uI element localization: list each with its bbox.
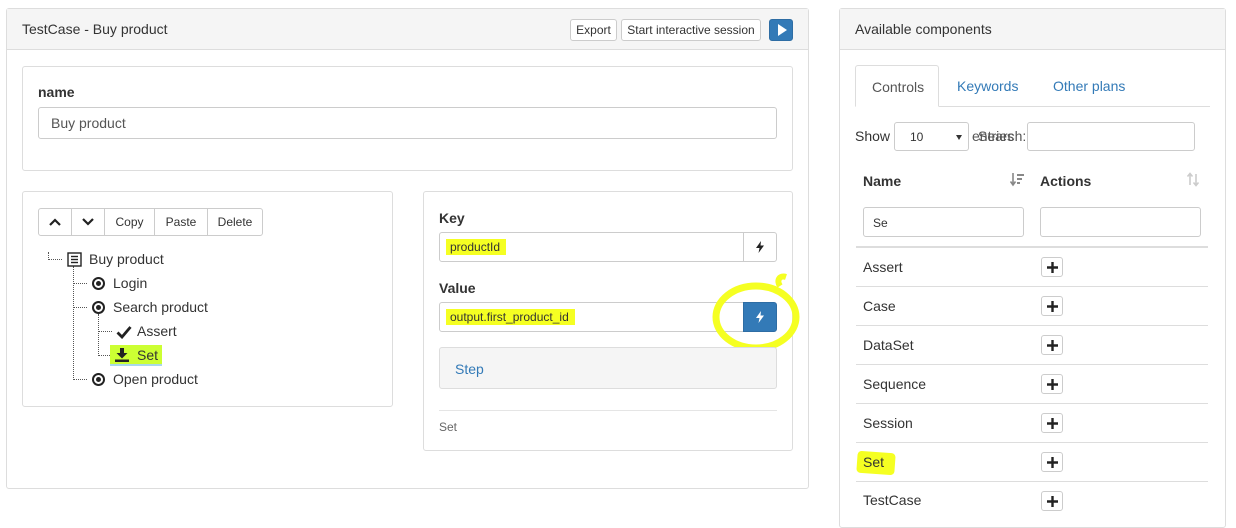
- tree-line: [48, 259, 62, 260]
- name-input[interactable]: Buy product: [38, 107, 777, 139]
- step-section[interactable]: Step: [439, 347, 777, 389]
- row-divider: [856, 481, 1208, 482]
- name-filter-value: Se: [873, 216, 888, 230]
- export-button[interactable]: Export: [570, 19, 617, 41]
- bullseye-icon: [92, 277, 105, 290]
- search-label: Search:: [978, 128, 1027, 144]
- move-up-button[interactable]: [38, 208, 72, 236]
- check-icon: [116, 326, 132, 339]
- list-icon: [67, 252, 82, 267]
- plus-icon: [1046, 495, 1058, 507]
- row-name: Assert: [863, 259, 903, 275]
- tree-line: [98, 355, 110, 356]
- testcase-title: TestCase - Buy product: [22, 21, 168, 37]
- tree-node-label: Search product: [113, 299, 208, 315]
- col-header-actions[interactable]: Actions: [1040, 173, 1091, 189]
- tree-line: [73, 307, 87, 308]
- bolt-icon: [756, 311, 764, 323]
- step-label: Step: [455, 361, 484, 377]
- value-input[interactable]: output.first_product_id: [439, 302, 744, 332]
- add-component-button[interactable]: [1041, 257, 1063, 277]
- plus-icon: [1046, 300, 1058, 312]
- row-divider: [856, 403, 1208, 404]
- tree-line: [98, 331, 112, 332]
- row-divider: [856, 325, 1208, 326]
- row-name: Sequence: [863, 376, 927, 392]
- value-label: Value: [439, 280, 476, 296]
- page-size-select[interactable]: 10: [894, 122, 969, 151]
- tree-node-label: Set: [137, 347, 159, 363]
- add-component-button[interactable]: [1041, 374, 1063, 394]
- add-component-button[interactable]: [1041, 335, 1063, 355]
- play-icon: [777, 24, 787, 36]
- tree-line: [98, 314, 99, 356]
- key-label: Key: [439, 210, 465, 226]
- tab-label: Controls: [872, 79, 925, 95]
- paste-button[interactable]: Paste: [154, 208, 208, 236]
- table-row: [856, 248, 1208, 286]
- tab-other-plans[interactable]: Other plans: [1053, 78, 1125, 94]
- tab-controls[interactable]: Controls: [855, 65, 939, 107]
- bolt-icon: [756, 241, 764, 253]
- bullseye-icon: [92, 373, 105, 386]
- row-name: DataSet: [863, 337, 914, 353]
- tree-node-label: Assert: [137, 323, 177, 339]
- name-filter-input[interactable]: Se: [863, 207, 1024, 237]
- chevron-up-icon: [49, 218, 61, 226]
- tree-line: [73, 379, 87, 380]
- add-component-button[interactable]: [1041, 491, 1063, 511]
- add-component-button[interactable]: [1041, 452, 1063, 472]
- plus-icon: [1046, 261, 1058, 273]
- caret-down-icon: [956, 135, 962, 140]
- row-divider: [856, 286, 1208, 287]
- row-name: TestCase: [863, 492, 922, 508]
- row-divider: [856, 364, 1208, 365]
- tab-keywords[interactable]: Keywords: [957, 78, 1018, 94]
- value-dynamic-toggle-button[interactable]: [743, 302, 777, 332]
- add-component-button[interactable]: [1041, 413, 1063, 433]
- tree-node-label: Open product: [113, 371, 198, 387]
- plus-icon: [1046, 456, 1058, 468]
- copy-button[interactable]: Copy: [104, 208, 155, 236]
- plus-icon: [1046, 339, 1058, 351]
- tree-line: [48, 252, 49, 260]
- chevron-down-icon: [82, 218, 94, 226]
- row-name: Case: [863, 298, 896, 314]
- col-header-name[interactable]: Name: [863, 173, 901, 189]
- download-icon: [115, 348, 129, 362]
- row-divider: [856, 442, 1208, 443]
- delete-button[interactable]: Delete: [207, 208, 263, 236]
- play-button[interactable]: [769, 19, 793, 41]
- value-input-value: output.first_product_id: [446, 309, 575, 325]
- bullseye-icon: [92, 301, 105, 314]
- add-component-button[interactable]: [1041, 296, 1063, 316]
- tree-line: [73, 283, 87, 284]
- page-size-value: 10: [910, 130, 924, 144]
- tree-node-label: Login: [113, 275, 148, 291]
- node-type-text: Set: [439, 420, 458, 434]
- name-label: name: [38, 84, 75, 100]
- tree-node-label: Buy product: [89, 251, 164, 267]
- sort-amount-down-icon[interactable]: [1010, 172, 1025, 187]
- actions-filter-input[interactable]: [1040, 207, 1201, 237]
- sort-icon[interactable]: [1186, 172, 1201, 187]
- tree-node-set[interactable]: Set: [110, 345, 162, 366]
- divider: [439, 410, 777, 411]
- search-input[interactable]: [1027, 122, 1195, 151]
- components-title: Available components: [855, 21, 992, 37]
- start-interactive-session-button[interactable]: Start interactive session: [621, 19, 761, 41]
- plus-icon: [1046, 417, 1058, 429]
- move-down-button[interactable]: [71, 208, 105, 236]
- key-dynamic-toggle-button[interactable]: [743, 232, 777, 262]
- row-name: Set: [863, 454, 885, 470]
- key-input-value: productId: [446, 239, 507, 255]
- row-name: Session: [863, 415, 913, 431]
- plus-icon: [1046, 378, 1058, 390]
- show-label: Show: [855, 128, 891, 144]
- key-input[interactable]: productId: [439, 232, 744, 262]
- name-input-value: Buy product: [51, 115, 126, 131]
